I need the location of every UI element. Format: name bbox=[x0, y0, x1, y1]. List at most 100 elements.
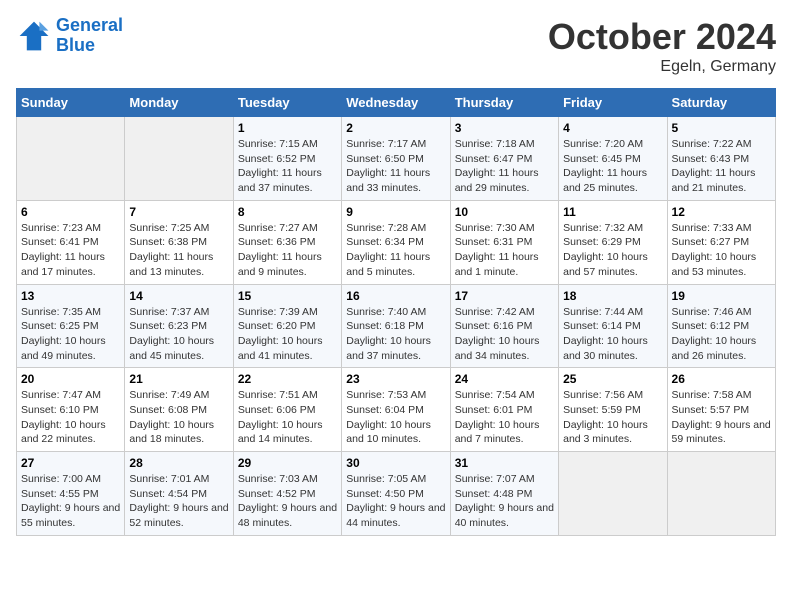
day-cell: 9 Sunrise: 7:28 AMSunset: 6:34 PMDayligh… bbox=[342, 200, 450, 284]
day-info: Sunrise: 7:28 AMSunset: 6:34 PMDaylight:… bbox=[346, 221, 445, 280]
day-info: Sunrise: 7:46 AMSunset: 6:12 PMDaylight:… bbox=[672, 305, 771, 364]
day-cell: 3 Sunrise: 7:18 AMSunset: 6:47 PMDayligh… bbox=[450, 117, 558, 201]
day-number: 19 bbox=[672, 289, 771, 303]
day-number: 8 bbox=[238, 205, 337, 219]
day-header-tuesday: Tuesday bbox=[233, 89, 341, 117]
day-cell: 8 Sunrise: 7:27 AMSunset: 6:36 PMDayligh… bbox=[233, 200, 341, 284]
day-info: Sunrise: 7:51 AMSunset: 6:06 PMDaylight:… bbox=[238, 388, 337, 447]
day-cell: 25 Sunrise: 7:56 AMSunset: 5:59 PMDaylig… bbox=[559, 368, 667, 452]
day-cell: 12 Sunrise: 7:33 AMSunset: 6:27 PMDaylig… bbox=[667, 200, 775, 284]
logo: General Blue bbox=[16, 16, 123, 56]
day-info: Sunrise: 7:53 AMSunset: 6:04 PMDaylight:… bbox=[346, 388, 445, 447]
day-number: 26 bbox=[672, 372, 771, 386]
day-number: 18 bbox=[563, 289, 662, 303]
day-cell: 6 Sunrise: 7:23 AMSunset: 6:41 PMDayligh… bbox=[17, 200, 125, 284]
day-info: Sunrise: 7:49 AMSunset: 6:08 PMDaylight:… bbox=[129, 388, 228, 447]
day-cell: 22 Sunrise: 7:51 AMSunset: 6:06 PMDaylig… bbox=[233, 368, 341, 452]
logo-icon bbox=[16, 18, 52, 54]
logo-blue: Blue bbox=[56, 35, 95, 55]
day-number: 30 bbox=[346, 456, 445, 470]
day-cell: 14 Sunrise: 7:37 AMSunset: 6:23 PMDaylig… bbox=[125, 284, 233, 368]
day-number: 7 bbox=[129, 205, 228, 219]
day-cell: 19 Sunrise: 7:46 AMSunset: 6:12 PMDaylig… bbox=[667, 284, 775, 368]
day-cell: 7 Sunrise: 7:25 AMSunset: 6:38 PMDayligh… bbox=[125, 200, 233, 284]
day-cell: 15 Sunrise: 7:39 AMSunset: 6:20 PMDaylig… bbox=[233, 284, 341, 368]
header-row: SundayMondayTuesdayWednesdayThursdayFrid… bbox=[17, 89, 776, 117]
day-info: Sunrise: 7:40 AMSunset: 6:18 PMDaylight:… bbox=[346, 305, 445, 364]
day-info: Sunrise: 7:00 AMSunset: 4:55 PMDaylight:… bbox=[21, 472, 120, 531]
day-info: Sunrise: 7:35 AMSunset: 6:25 PMDaylight:… bbox=[21, 305, 120, 364]
day-info: Sunrise: 7:15 AMSunset: 6:52 PMDaylight:… bbox=[238, 137, 337, 196]
day-number: 5 bbox=[672, 121, 771, 135]
day-cell: 20 Sunrise: 7:47 AMSunset: 6:10 PMDaylig… bbox=[17, 368, 125, 452]
day-info: Sunrise: 7:44 AMSunset: 6:14 PMDaylight:… bbox=[563, 305, 662, 364]
day-number: 4 bbox=[563, 121, 662, 135]
page-header: General Blue October 2024 Egeln, Germany bbox=[16, 16, 776, 76]
day-cell: 17 Sunrise: 7:42 AMSunset: 6:16 PMDaylig… bbox=[450, 284, 558, 368]
day-cell: 18 Sunrise: 7:44 AMSunset: 6:14 PMDaylig… bbox=[559, 284, 667, 368]
day-number: 6 bbox=[21, 205, 120, 219]
day-cell: 4 Sunrise: 7:20 AMSunset: 6:45 PMDayligh… bbox=[559, 117, 667, 201]
day-cell bbox=[17, 117, 125, 201]
day-number: 17 bbox=[455, 289, 554, 303]
day-number: 23 bbox=[346, 372, 445, 386]
day-number: 12 bbox=[672, 205, 771, 219]
day-info: Sunrise: 7:23 AMSunset: 6:41 PMDaylight:… bbox=[21, 221, 120, 280]
day-info: Sunrise: 7:18 AMSunset: 6:47 PMDaylight:… bbox=[455, 137, 554, 196]
day-info: Sunrise: 7:37 AMSunset: 6:23 PMDaylight:… bbox=[129, 305, 228, 364]
day-header-saturday: Saturday bbox=[667, 89, 775, 117]
month-title: October 2024 bbox=[548, 16, 776, 58]
day-info: Sunrise: 7:33 AMSunset: 6:27 PMDaylight:… bbox=[672, 221, 771, 280]
day-cell: 31 Sunrise: 7:07 AMSunset: 4:48 PMDaylig… bbox=[450, 452, 558, 536]
day-cell: 27 Sunrise: 7:00 AMSunset: 4:55 PMDaylig… bbox=[17, 452, 125, 536]
day-cell: 30 Sunrise: 7:05 AMSunset: 4:50 PMDaylig… bbox=[342, 452, 450, 536]
day-info: Sunrise: 7:07 AMSunset: 4:48 PMDaylight:… bbox=[455, 472, 554, 531]
day-number: 3 bbox=[455, 121, 554, 135]
week-row-3: 13 Sunrise: 7:35 AMSunset: 6:25 PMDaylig… bbox=[17, 284, 776, 368]
day-cell: 2 Sunrise: 7:17 AMSunset: 6:50 PMDayligh… bbox=[342, 117, 450, 201]
day-info: Sunrise: 7:47 AMSunset: 6:10 PMDaylight:… bbox=[21, 388, 120, 447]
day-info: Sunrise: 7:25 AMSunset: 6:38 PMDaylight:… bbox=[129, 221, 228, 280]
day-header-sunday: Sunday bbox=[17, 89, 125, 117]
day-info: Sunrise: 7:56 AMSunset: 5:59 PMDaylight:… bbox=[563, 388, 662, 447]
day-number: 28 bbox=[129, 456, 228, 470]
day-cell: 13 Sunrise: 7:35 AMSunset: 6:25 PMDaylig… bbox=[17, 284, 125, 368]
day-cell: 24 Sunrise: 7:54 AMSunset: 6:01 PMDaylig… bbox=[450, 368, 558, 452]
day-cell: 10 Sunrise: 7:30 AMSunset: 6:31 PMDaylig… bbox=[450, 200, 558, 284]
day-number: 24 bbox=[455, 372, 554, 386]
day-info: Sunrise: 7:42 AMSunset: 6:16 PMDaylight:… bbox=[455, 305, 554, 364]
location-title: Egeln, Germany bbox=[548, 58, 776, 76]
day-number: 16 bbox=[346, 289, 445, 303]
day-info: Sunrise: 7:30 AMSunset: 6:31 PMDaylight:… bbox=[455, 221, 554, 280]
day-cell: 5 Sunrise: 7:22 AMSunset: 6:43 PMDayligh… bbox=[667, 117, 775, 201]
day-cell: 11 Sunrise: 7:32 AMSunset: 6:29 PMDaylig… bbox=[559, 200, 667, 284]
day-header-wednesday: Wednesday bbox=[342, 89, 450, 117]
day-number: 10 bbox=[455, 205, 554, 219]
day-number: 1 bbox=[238, 121, 337, 135]
day-cell: 16 Sunrise: 7:40 AMSunset: 6:18 PMDaylig… bbox=[342, 284, 450, 368]
day-number: 25 bbox=[563, 372, 662, 386]
day-info: Sunrise: 7:03 AMSunset: 4:52 PMDaylight:… bbox=[238, 472, 337, 531]
day-header-monday: Monday bbox=[125, 89, 233, 117]
week-row-2: 6 Sunrise: 7:23 AMSunset: 6:41 PMDayligh… bbox=[17, 200, 776, 284]
day-cell: 28 Sunrise: 7:01 AMSunset: 4:54 PMDaylig… bbox=[125, 452, 233, 536]
day-cell bbox=[125, 117, 233, 201]
day-info: Sunrise: 7:32 AMSunset: 6:29 PMDaylight:… bbox=[563, 221, 662, 280]
day-number: 9 bbox=[346, 205, 445, 219]
day-info: Sunrise: 7:54 AMSunset: 6:01 PMDaylight:… bbox=[455, 388, 554, 447]
day-cell: 23 Sunrise: 7:53 AMSunset: 6:04 PMDaylig… bbox=[342, 368, 450, 452]
day-cell: 29 Sunrise: 7:03 AMSunset: 4:52 PMDaylig… bbox=[233, 452, 341, 536]
day-number: 31 bbox=[455, 456, 554, 470]
day-number: 11 bbox=[563, 205, 662, 219]
week-row-5: 27 Sunrise: 7:00 AMSunset: 4:55 PMDaylig… bbox=[17, 452, 776, 536]
week-row-1: 1 Sunrise: 7:15 AMSunset: 6:52 PMDayligh… bbox=[17, 117, 776, 201]
day-info: Sunrise: 7:17 AMSunset: 6:50 PMDaylight:… bbox=[346, 137, 445, 196]
day-info: Sunrise: 7:39 AMSunset: 6:20 PMDaylight:… bbox=[238, 305, 337, 364]
day-info: Sunrise: 7:22 AMSunset: 6:43 PMDaylight:… bbox=[672, 137, 771, 196]
day-info: Sunrise: 7:58 AMSunset: 5:57 PMDaylight:… bbox=[672, 388, 771, 447]
day-info: Sunrise: 7:20 AMSunset: 6:45 PMDaylight:… bbox=[563, 137, 662, 196]
day-cell bbox=[667, 452, 775, 536]
week-row-4: 20 Sunrise: 7:47 AMSunset: 6:10 PMDaylig… bbox=[17, 368, 776, 452]
day-number: 29 bbox=[238, 456, 337, 470]
day-number: 22 bbox=[238, 372, 337, 386]
